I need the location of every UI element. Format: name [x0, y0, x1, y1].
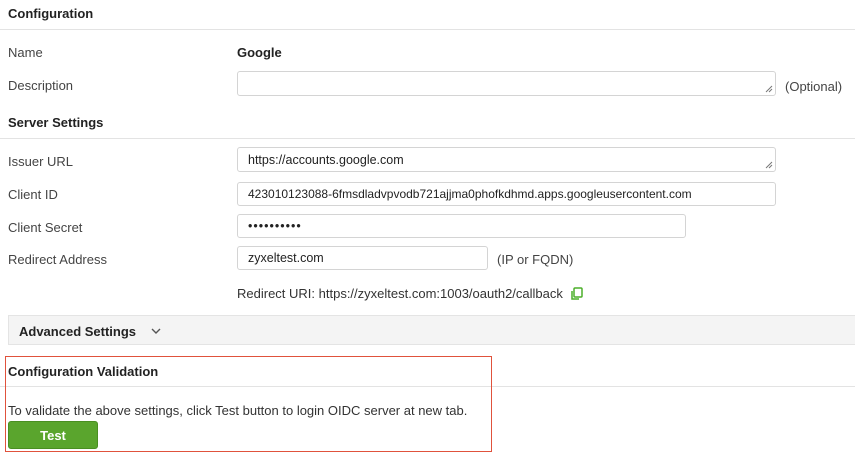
- client-id-value: 423010123088-6fmsdladvpvodb721ajjma0phof…: [248, 187, 692, 201]
- redirect-address-hint: (IP or FQDN): [497, 252, 574, 267]
- advanced-settings-toggle[interactable]: Advanced Settings: [8, 315, 855, 345]
- issuer-url-label: Issuer URL: [8, 154, 74, 169]
- client-secret-field[interactable]: ••••••••••: [237, 214, 686, 238]
- name-value: Google: [237, 45, 282, 60]
- validation-highlight-box: [5, 356, 492, 452]
- description-optional-hint: (Optional): [785, 79, 843, 94]
- redirect-address-field[interactable]: zyxeltest.com: [237, 246, 488, 270]
- advanced-settings-label: Advanced Settings: [19, 324, 137, 339]
- redirect-address-value: zyxeltest.com: [248, 251, 324, 265]
- redirect-address-label: Redirect Address: [8, 252, 107, 267]
- divider: [0, 29, 855, 30]
- client-secret-label: Client Secret: [8, 220, 83, 235]
- name-label: Name: [8, 45, 43, 60]
- redirect-uri-text: Redirect URI: https://zyxeltest.com:1003…: [237, 286, 563, 301]
- chevron-down-icon: [151, 328, 161, 334]
- client-secret-value: ••••••••••: [248, 219, 302, 233]
- redirect-uri-row: Redirect URI: https://zyxeltest.com:1003…: [237, 286, 584, 301]
- resize-grip-icon[interactable]: [763, 159, 773, 169]
- issuer-url-value: https://accounts.google.com: [248, 152, 404, 167]
- resize-grip-icon[interactable]: [763, 83, 773, 93]
- description-field[interactable]: [237, 71, 776, 96]
- divider: [0, 138, 855, 139]
- description-label: Description: [8, 78, 74, 93]
- issuer-url-field[interactable]: https://accounts.google.com: [237, 147, 776, 172]
- server-settings-title: Server Settings: [8, 115, 104, 130]
- client-id-field[interactable]: 423010123088-6fmsdladvpvodb721ajjma0phof…: [237, 182, 776, 206]
- client-id-label: Client ID: [8, 187, 58, 202]
- configuration-title: Configuration: [8, 6, 94, 21]
- copy-icon[interactable]: [570, 286, 584, 301]
